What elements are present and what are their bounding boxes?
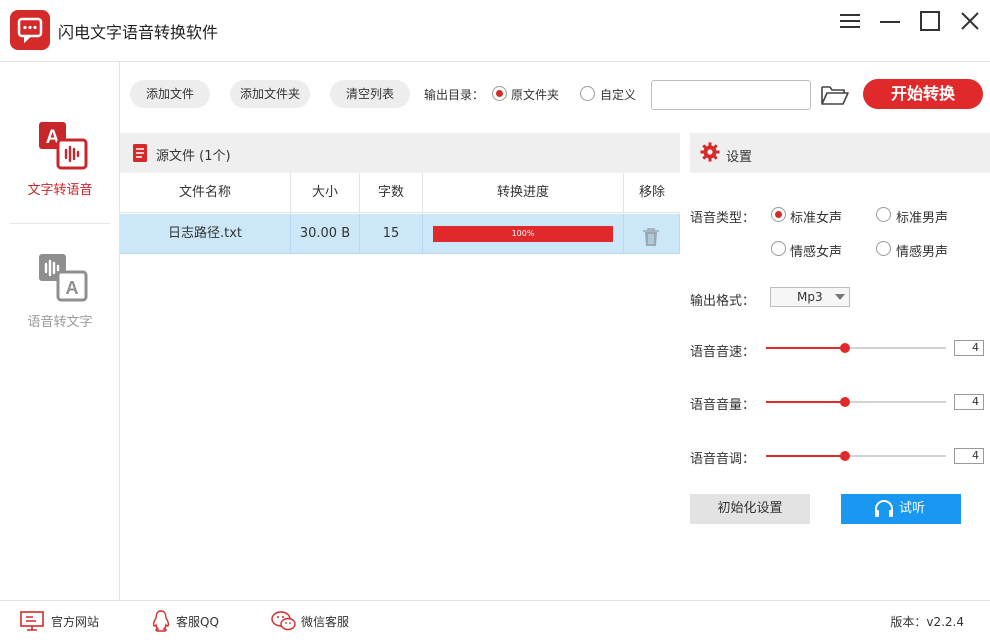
sidebar-item-text-to-speech[interactable]: A 文字转语音 bbox=[0, 120, 120, 220]
add-file-button[interactable]: 添加文件 bbox=[130, 80, 210, 108]
browse-folder-icon[interactable] bbox=[820, 84, 850, 110]
radio-standard-male[interactable] bbox=[876, 207, 891, 222]
text-to-speech-icon: A bbox=[38, 120, 88, 176]
speed-label: 语音音速： bbox=[690, 345, 756, 360]
radio-emotional-male[interactable] bbox=[876, 241, 891, 256]
column-header-progress: 转换进度 bbox=[423, 173, 624, 212]
radio-custom-folder-label: 自定义 bbox=[600, 88, 637, 102]
cell-progress: 100% bbox=[423, 214, 624, 253]
sidebar-item-label: 语音转文字 bbox=[27, 315, 93, 330]
minimize-icon[interactable] bbox=[876, 8, 904, 36]
pitch-slider[interactable] bbox=[766, 449, 946, 463]
radio-source-folder-label: 原文件夹 bbox=[511, 88, 560, 102]
monitor-icon bbox=[20, 611, 44, 631]
cell-file-name: 日志路径.txt bbox=[120, 214, 291, 253]
sidebar-item-label: 文字转语音 bbox=[27, 183, 93, 198]
app-title: 闪电文字语音转换软件 bbox=[58, 23, 219, 42]
wechat-icon bbox=[271, 611, 296, 631]
table-row[interactable]: 日志路径.txt 30.00 B 15 100% bbox=[120, 214, 680, 254]
column-header-size: 大小 bbox=[291, 173, 360, 212]
column-header-name: 文件名称 bbox=[120, 173, 291, 212]
output-dir-label: 输出目录： bbox=[424, 88, 485, 102]
app-logo-icon bbox=[10, 10, 50, 50]
maximize-icon[interactable] bbox=[916, 8, 944, 36]
radio-emotional-female-label: 情感女声 bbox=[790, 245, 843, 260]
chevron-down-icon bbox=[835, 294, 845, 300]
radio-source-folder[interactable] bbox=[492, 86, 507, 101]
footer: 官方网站 客服QQ 微信客服 版本：v2.2.4 bbox=[0, 600, 990, 642]
speech-to-text-icon: A bbox=[38, 252, 88, 308]
customer-qq-label: 客服QQ bbox=[176, 615, 219, 629]
output-format-label: 输出格式： bbox=[690, 294, 756, 309]
radio-emotional-female[interactable] bbox=[771, 241, 786, 256]
speed-value[interactable]: 4 bbox=[954, 340, 984, 356]
speed-slider[interactable] bbox=[766, 341, 946, 355]
official-website-link[interactable]: 官方网站 bbox=[18, 609, 108, 633]
output-format-select[interactable]: Mp3 bbox=[770, 287, 850, 307]
progress-label: 100% bbox=[511, 229, 535, 238]
pitch-slider-knob[interactable] bbox=[840, 451, 851, 461]
settings-header: 设置 bbox=[690, 133, 990, 173]
version-label: 版本：v2.2.4 bbox=[890, 615, 964, 629]
toolbar: 添加文件 添加文件夹 清空列表 输出目录： 原文件夹 自定义 开始转换 bbox=[120, 62, 990, 132]
radio-standard-male-label: 标准男声 bbox=[896, 211, 949, 226]
radio-standard-female-label: 标准女声 bbox=[790, 211, 843, 226]
column-header-remove: 移除 bbox=[638, 185, 665, 200]
title-bar: 闪电文字语音转换软件 bbox=[0, 0, 990, 62]
pitch-label: 语音音调： bbox=[690, 452, 756, 467]
file-table-header: 文件名称 大小 字数 转换进度 移除 bbox=[120, 173, 680, 213]
wechat-service-link[interactable]: 微信客服 bbox=[270, 609, 360, 633]
radio-emotional-male-label: 情感男声 bbox=[896, 245, 949, 260]
column-header-chars: 字数 bbox=[360, 173, 423, 212]
radio-standard-female[interactable] bbox=[771, 207, 786, 222]
sidebar: A 文字转语音 A 语音转文字 bbox=[0, 62, 120, 600]
wechat-service-label: 微信客服 bbox=[301, 615, 350, 629]
volume-value[interactable]: 4 bbox=[954, 394, 984, 410]
customer-qq-link[interactable]: 客服QQ bbox=[150, 609, 230, 633]
add-folder-button[interactable]: 添加文件夹 bbox=[230, 80, 310, 108]
progress-bar: 100% bbox=[433, 226, 613, 242]
menu-icon[interactable] bbox=[836, 8, 864, 36]
cell-char-count: 15 bbox=[360, 214, 423, 253]
headphones-icon bbox=[875, 500, 893, 517]
speed-slider-knob[interactable] bbox=[840, 343, 851, 353]
pitch-value[interactable]: 4 bbox=[954, 448, 984, 464]
file-list-header: 源文件 (1个) bbox=[120, 133, 680, 173]
reset-settings-button[interactable]: 初始化设置 bbox=[690, 494, 810, 524]
cell-remove bbox=[624, 214, 680, 253]
svg-text:A: A bbox=[66, 278, 79, 298]
listen-button[interactable]: 试听 bbox=[841, 494, 961, 524]
file-list-title: 源文件 (1个) bbox=[156, 149, 231, 164]
radio-custom-folder[interactable] bbox=[580, 86, 595, 101]
voice-type-label: 语音类型： bbox=[690, 211, 756, 226]
trash-icon[interactable] bbox=[642, 224, 660, 264]
listen-button-label: 试听 bbox=[899, 501, 926, 516]
close-icon[interactable] bbox=[956, 8, 984, 36]
clear-list-button[interactable]: 清空列表 bbox=[330, 80, 410, 108]
volume-slider-knob[interactable] bbox=[840, 397, 851, 407]
settings-title: 设置 bbox=[726, 150, 753, 165]
gear-icon bbox=[700, 142, 720, 166]
start-convert-button[interactable]: 开始转换 bbox=[863, 79, 983, 109]
qq-penguin-icon bbox=[152, 610, 170, 632]
document-icon bbox=[132, 143, 148, 167]
official-website-label: 官方网站 bbox=[51, 615, 100, 629]
app-window: 闪电文字语音转换软件 A 文字转语音 A 语音转文字 添加文件 添加文件夹 清空… bbox=[0, 0, 990, 642]
cell-file-size: 30.00 B bbox=[291, 214, 360, 253]
sidebar-item-speech-to-text[interactable]: A 语音转文字 bbox=[0, 252, 120, 352]
output-path-input[interactable] bbox=[651, 80, 811, 110]
sidebar-divider bbox=[10, 223, 110, 224]
volume-slider[interactable] bbox=[766, 395, 946, 409]
volume-label: 语音音量： bbox=[690, 398, 756, 413]
output-format-value: Mp3 bbox=[797, 290, 823, 304]
